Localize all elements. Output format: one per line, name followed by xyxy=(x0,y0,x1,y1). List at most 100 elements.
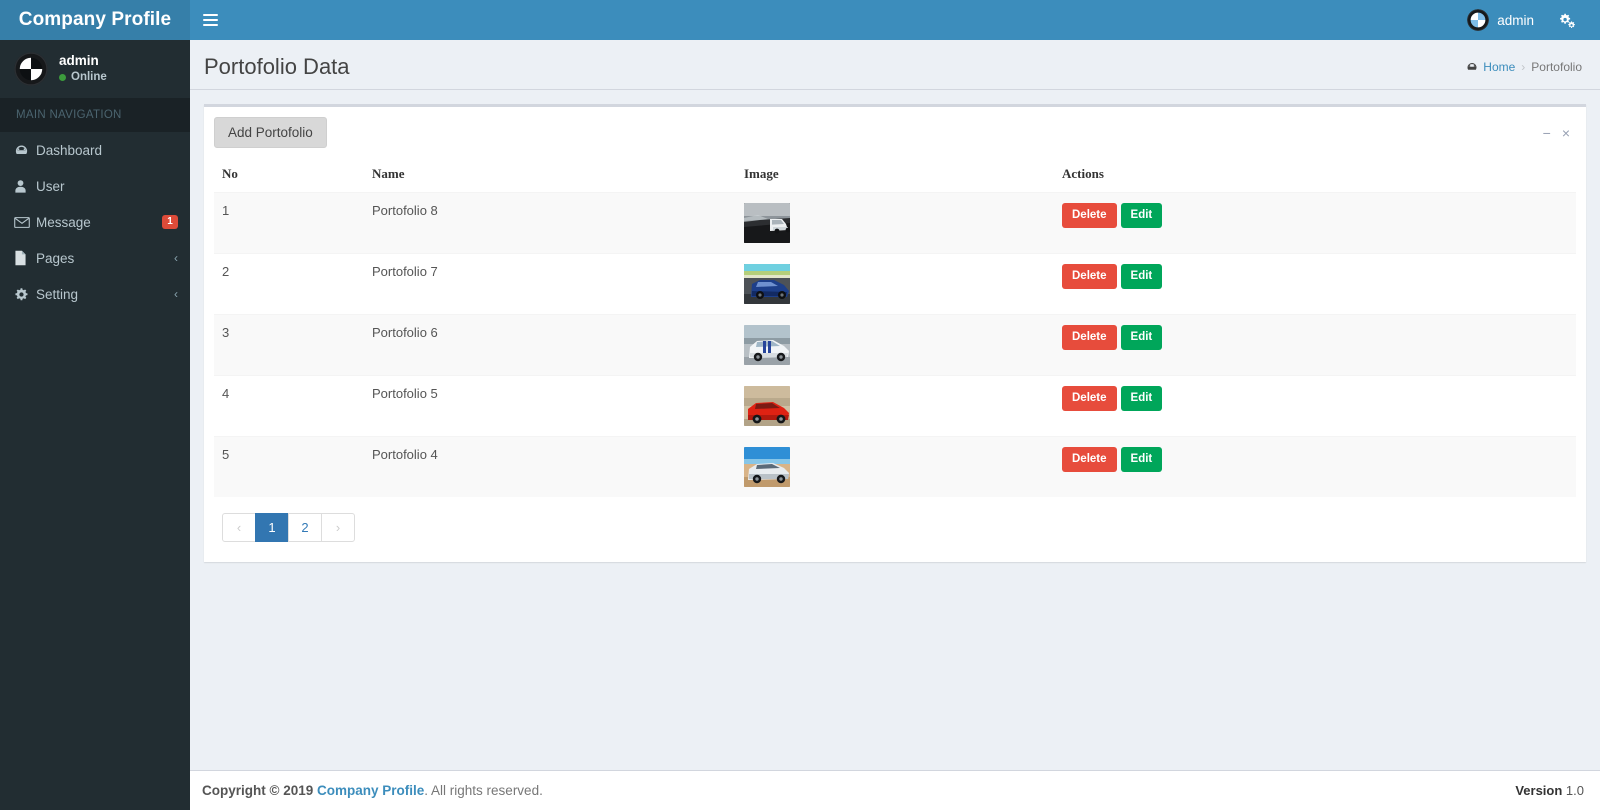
sidebar-user-status-label: Online xyxy=(71,71,107,84)
bmw-logo-avatar xyxy=(1467,9,1489,31)
pagination-page-1[interactable]: 1 xyxy=(255,513,289,542)
delete-button[interactable]: Delete xyxy=(1062,203,1117,228)
main-footer: Copyright © 2019 Company Profile. All ri… xyxy=(190,770,1600,810)
table-row: 5 Portofolio 4 Delete Edit xyxy=(214,436,1576,497)
table-head: No Name Image Actions xyxy=(214,158,1576,193)
breadcrumb-home-link[interactable]: Home xyxy=(1466,60,1515,74)
white-car-on-road-thumbnail xyxy=(744,203,790,243)
cell-image xyxy=(736,314,1054,376)
delete-button[interactable]: Delete xyxy=(1062,325,1117,350)
pagination-next[interactable]: › xyxy=(321,513,355,542)
column-header-name: Name xyxy=(364,158,736,193)
pagination-page-2[interactable]: 2 xyxy=(288,513,322,542)
navbar: admin xyxy=(190,0,1600,40)
footer-copyright-label: Copyright © 2019 xyxy=(202,783,314,798)
edit-button[interactable]: Edit xyxy=(1120,203,1163,228)
cell-actions: Delete Edit xyxy=(1054,192,1576,254)
sidebar-user-panel: admin Online xyxy=(0,40,190,98)
sidebar-item-label: Dashboard xyxy=(36,142,103,158)
edit-button[interactable]: Edit xyxy=(1120,264,1163,289)
table-row: 4 Portofolio 5 Delete Edit xyxy=(214,375,1576,437)
pagination-prev[interactable]: ‹ xyxy=(222,513,256,542)
breadcrumb-home-label: Home xyxy=(1483,60,1516,74)
breadcrumb-current: Portofolio xyxy=(1531,60,1582,74)
portofolio-table: No Name Image Actions 1 Portofolio 8 Del… xyxy=(214,158,1576,497)
cell-no: 2 xyxy=(214,253,364,315)
sidebar-nav-header: MAIN NAVIGATION xyxy=(0,98,190,132)
box-header: Add Portofolio − × xyxy=(204,107,1586,158)
cell-name: Portofolio 4 xyxy=(364,436,736,497)
message-badge: 1 xyxy=(162,215,178,229)
red-sports-car-thumbnail xyxy=(744,386,790,426)
cell-name: Portofolio 5 xyxy=(364,375,736,437)
footer-brand-link[interactable]: Company Profile xyxy=(317,783,424,798)
brand-logo[interactable]: Company Profile xyxy=(0,0,190,40)
row-actions: Delete Edit xyxy=(1062,264,1568,289)
breadcrumb: Home › Portofolio xyxy=(1466,60,1582,74)
breadcrumb-separator: › xyxy=(1521,60,1526,74)
online-status-dot xyxy=(59,73,66,81)
cell-name: Portofolio 6 xyxy=(364,314,736,376)
cell-name: Portofolio 8 xyxy=(364,192,736,254)
content: Add Portofolio − × No Name Image Actions… xyxy=(190,90,1600,576)
edit-button[interactable]: Edit xyxy=(1120,447,1163,472)
close-icon[interactable]: × xyxy=(1562,126,1570,140)
navbar-user-name: admin xyxy=(1497,12,1534,28)
user-menu[interactable]: admin xyxy=(1453,0,1548,40)
footer-copyright: Copyright © 2019 Company Profile. All ri… xyxy=(202,783,543,798)
silver-car-in-desert-thumbnail xyxy=(744,447,790,487)
white-blue-striped-mustang-thumbnail xyxy=(744,325,790,365)
envelope-icon xyxy=(14,216,36,229)
content-wrapper: Portofolio Data Home › Portofolio Add Po… xyxy=(190,40,1600,810)
page-root: Company Profile admin admin Online MAIN … xyxy=(0,0,1600,810)
page-title: Portofolio Data xyxy=(204,54,350,79)
sidebar: admin Online MAIN NAVIGATION Dashboard U… xyxy=(0,40,190,810)
delete-button[interactable]: Delete xyxy=(1062,386,1117,411)
sidebar-item-pages[interactable]: Pages ‹ xyxy=(0,240,190,276)
gears-icon xyxy=(1559,13,1575,28)
minimize-icon[interactable]: − xyxy=(1543,126,1551,140)
edit-button[interactable]: Edit xyxy=(1120,386,1163,411)
cell-no: 3 xyxy=(214,314,364,376)
table-row: 2 Portofolio 7 Delete Edit xyxy=(214,253,1576,315)
row-actions: Delete Edit xyxy=(1062,447,1568,472)
cell-image xyxy=(736,192,1054,254)
content-header: Portofolio Data Home › Portofolio xyxy=(190,40,1600,90)
cell-actions: Delete Edit xyxy=(1054,436,1576,497)
table-body: 1 Portofolio 8 Delete Edit 2 Portofolio … xyxy=(214,192,1576,497)
cell-no: 1 xyxy=(214,192,364,254)
bmw-logo-avatar xyxy=(14,52,48,86)
delete-button[interactable]: Delete xyxy=(1062,264,1117,289)
dashboard-icon xyxy=(14,143,36,158)
column-header-actions: Actions xyxy=(1054,158,1576,193)
pagination: ‹ 1 2 › xyxy=(222,513,1576,542)
sidebar-item-setting[interactable]: Setting ‹ xyxy=(0,276,190,312)
add-portofolio-button[interactable]: Add Portofolio xyxy=(214,117,327,148)
table-header-row: No Name Image Actions xyxy=(214,158,1576,193)
sidebar-item-dashboard[interactable]: Dashboard xyxy=(0,132,190,168)
blue-car-on-track-thumbnail xyxy=(744,264,790,304)
sidebar-item-message[interactable]: Message 1 xyxy=(0,204,190,240)
edit-button[interactable]: Edit xyxy=(1120,325,1163,350)
sidebar-user-name: admin xyxy=(59,53,99,69)
sidebar-toggle-button[interactable] xyxy=(190,0,230,40)
sidebar-item-user[interactable]: User xyxy=(0,168,190,204)
cell-no: 5 xyxy=(214,436,364,497)
footer-version-number: 1.0 xyxy=(1565,783,1584,798)
cell-actions: Delete Edit xyxy=(1054,375,1576,437)
cell-image xyxy=(736,436,1054,497)
delete-button[interactable]: Delete xyxy=(1062,447,1117,472)
sidebar-item-label: Message xyxy=(36,214,91,230)
sidebar-item-label: Setting xyxy=(36,286,79,302)
footer-version-label: Version xyxy=(1515,783,1563,798)
dashboard-icon xyxy=(1467,63,1477,70)
settings-toggle-button[interactable] xyxy=(1548,0,1586,40)
box-body: No Name Image Actions 1 Portofolio 8 Del… xyxy=(204,158,1586,562)
row-actions: Delete Edit xyxy=(1062,386,1568,411)
cell-name: Portofolio 7 xyxy=(364,253,736,315)
gear-icon xyxy=(14,287,36,302)
navbar-right: admin xyxy=(1453,0,1586,40)
sidebar-item-label: User xyxy=(36,178,65,194)
chevron-left-icon: ‹ xyxy=(174,287,178,301)
cell-no: 4 xyxy=(214,375,364,437)
